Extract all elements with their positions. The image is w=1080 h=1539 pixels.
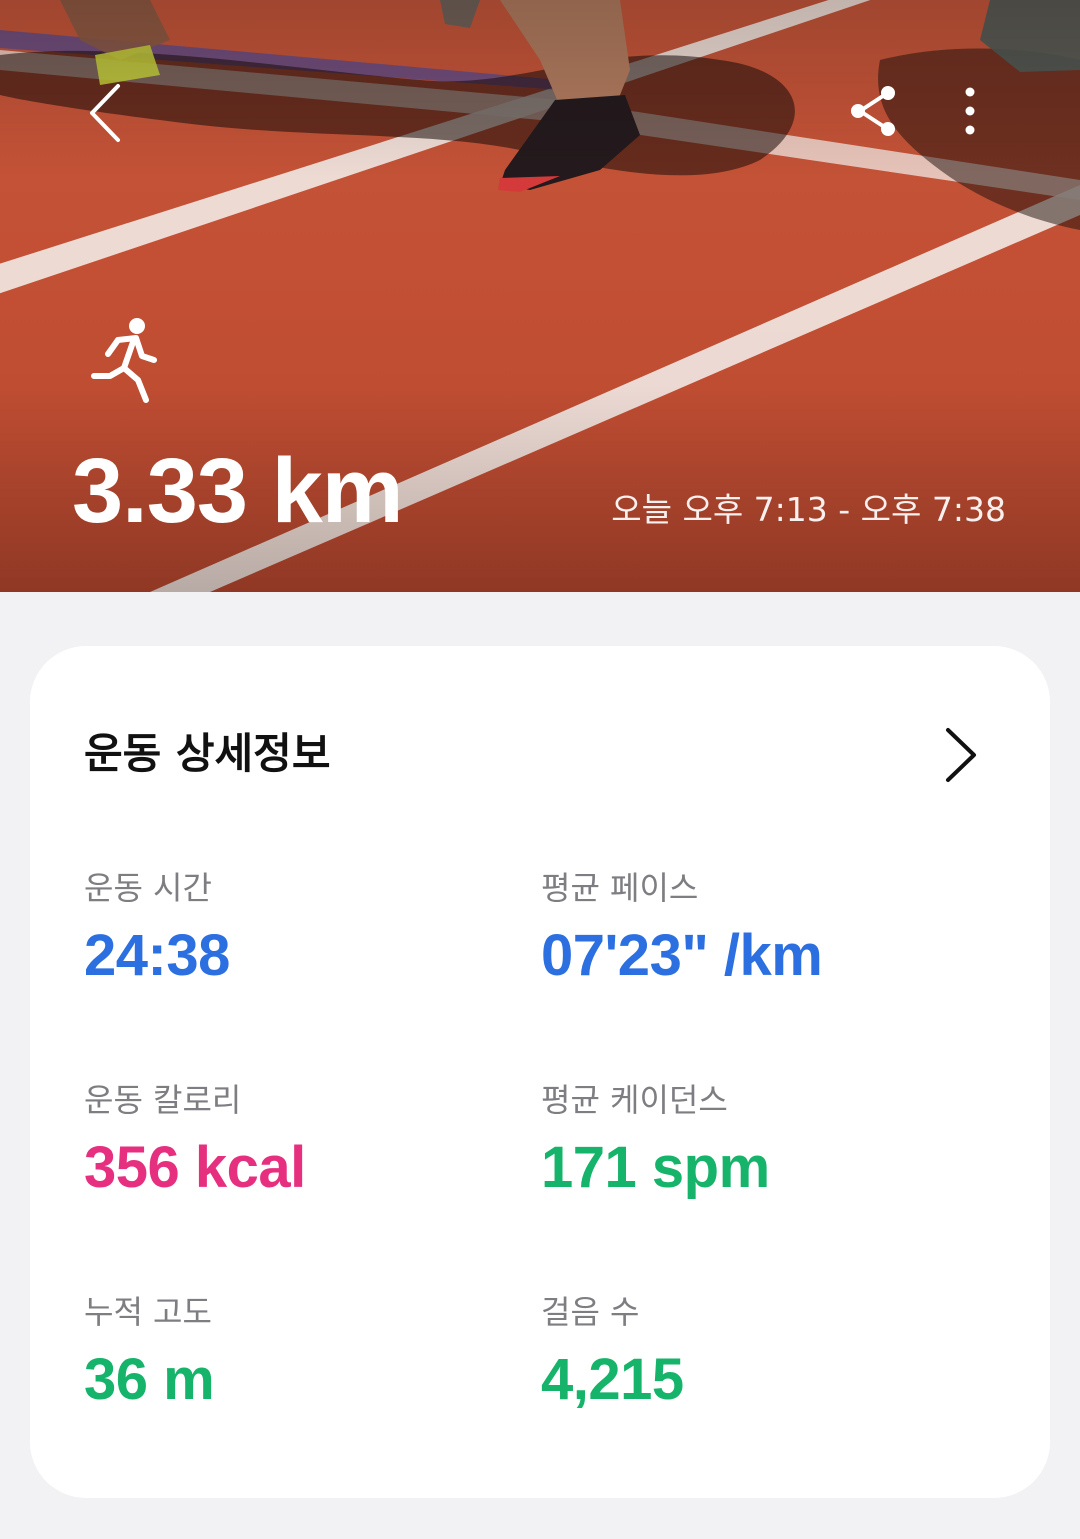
chevron-right-icon — [946, 728, 976, 782]
stat-value: 356 kcal — [84, 1135, 306, 1200]
stat-average-pace: 평균 페이스 07'23" /km — [541, 868, 981, 990]
stat-label: 운동 시간 — [84, 869, 212, 907]
workout-details-card: 운동 상세정보 운동 시간 24:38 평균 페이스 07'23" /km 운동… — [30, 646, 1050, 1498]
hero-banner: 3.33 km 오늘 오후 7:13 - 오후 7:38 — [0, 0, 1080, 592]
more-vertical-icon — [965, 87, 975, 135]
stat-value: 171 spm — [541, 1135, 770, 1200]
share-icon — [851, 86, 895, 136]
stat-value: 36 m — [84, 1347, 215, 1412]
stat-value: 4,215 — [541, 1347, 684, 1412]
stat-label: 평균 페이스 — [541, 869, 699, 907]
running-icon — [88, 316, 158, 406]
stat-average-cadence: 평균 케이던스 171 spm — [541, 1080, 981, 1202]
stat-label: 평균 케이던스 — [541, 1081, 728, 1119]
stat-label: 누적 고도 — [84, 1293, 212, 1331]
stat-steps: 걸음 수 4,215 — [541, 1292, 981, 1414]
details-open-button[interactable] — [936, 724, 984, 786]
card-title[interactable]: 운동 상세정보 — [84, 728, 330, 780]
back-button[interactable] — [78, 78, 138, 148]
stat-elevation-gain: 누적 고도 36 m — [84, 1292, 524, 1414]
more-options-button[interactable] — [950, 80, 990, 142]
stat-value: 07'23" /km — [541, 923, 823, 988]
stat-label: 운동 칼로리 — [84, 1081, 242, 1119]
stat-workout-time: 운동 시간 24:38 — [84, 868, 524, 990]
workout-time-range: 오늘 오후 7:13 - 오후 7:38 — [611, 490, 1006, 529]
stat-label: 걸음 수 — [541, 1293, 640, 1331]
stat-calories: 운동 칼로리 356 kcal — [84, 1080, 524, 1202]
share-button[interactable] — [842, 80, 904, 142]
distance-value: 3.33 km — [72, 440, 404, 542]
back-chevron-icon — [90, 84, 120, 142]
stat-value: 24:38 — [84, 923, 230, 988]
